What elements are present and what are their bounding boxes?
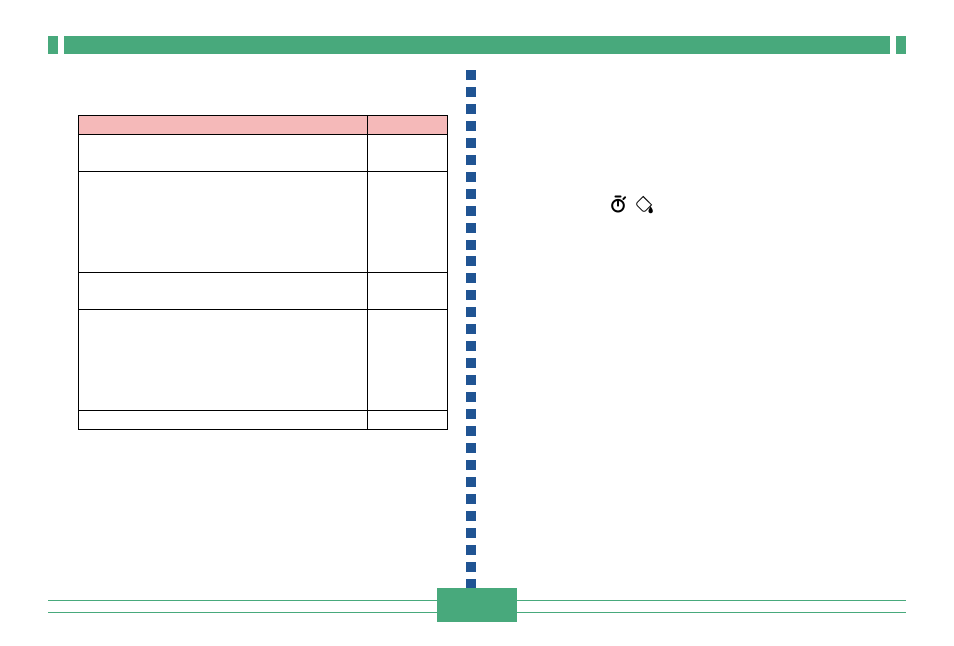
separator-dot [466, 477, 476, 487]
separator-dot [466, 70, 476, 80]
table-row [79, 273, 448, 310]
timer-icon [608, 194, 628, 214]
separator-dot [466, 240, 476, 250]
table-cell [79, 135, 368, 172]
paint-bucket-icon [634, 194, 654, 214]
separator-dot [466, 443, 476, 453]
separator-dot [466, 409, 476, 419]
table-cell [367, 172, 447, 273]
table-header-cell [367, 116, 447, 135]
table-cell [367, 411, 447, 430]
separator-dot [466, 172, 476, 182]
separator-dot [466, 256, 476, 266]
separator-dot [466, 87, 476, 97]
separator-dot [466, 223, 476, 233]
separator-dot [466, 290, 476, 300]
top-bar-main [64, 36, 890, 54]
table-header-row [79, 116, 448, 135]
separator-dot [466, 121, 476, 131]
page-number-box [437, 588, 517, 622]
separator-dot [466, 392, 476, 402]
separator-dot [466, 528, 476, 538]
top-bar-right-cap [896, 36, 906, 54]
table-cell [79, 273, 368, 310]
separator-dot [466, 426, 476, 436]
table-cell [79, 310, 368, 411]
separator-dot [466, 307, 476, 317]
top-bar-left-cap [48, 36, 58, 54]
table-row [79, 172, 448, 273]
separator-dot [466, 206, 476, 216]
table-row [79, 411, 448, 430]
data-table [78, 115, 448, 430]
separator-dot [466, 324, 476, 334]
separator-dot [466, 358, 476, 368]
table-cell [367, 273, 447, 310]
separator-dot [466, 138, 476, 148]
table-cell [367, 310, 447, 411]
table-cell [79, 172, 368, 273]
separator-dot [466, 460, 476, 470]
separator-dot [466, 494, 476, 504]
separator-dot [466, 511, 476, 521]
table-header-cell [79, 116, 368, 135]
table-cell [79, 411, 368, 430]
table-cell [367, 135, 447, 172]
column-separator [466, 70, 476, 606]
top-header-bar [48, 36, 906, 54]
table-row [79, 310, 448, 411]
table-row [79, 135, 448, 172]
icon-group [608, 194, 654, 214]
separator-dot [466, 273, 476, 283]
separator-dot [466, 155, 476, 165]
separator-dot [466, 375, 476, 385]
separator-dot [466, 341, 476, 351]
separator-dot [466, 104, 476, 114]
separator-dot [466, 562, 476, 572]
separator-dot [466, 189, 476, 199]
separator-dot [466, 545, 476, 555]
